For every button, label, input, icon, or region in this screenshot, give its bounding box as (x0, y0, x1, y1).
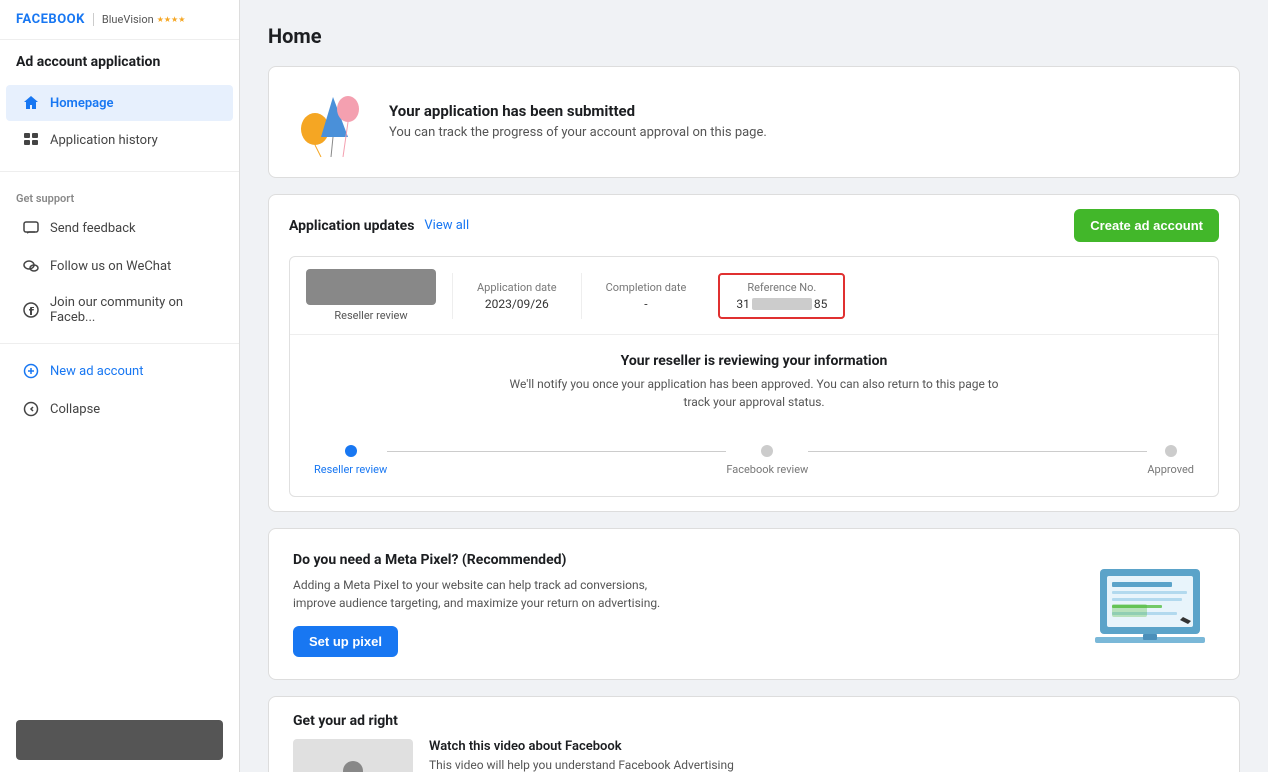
feedback-icon (22, 219, 40, 237)
reseller-status-col: Reseller review (306, 269, 452, 322)
setup-pixel-button[interactable]: Set up pixel (293, 626, 398, 657)
sidebar-logo: FACEBOOK BlueVision ★★★★ (0, 0, 239, 40)
application-date-value: 2023/09/26 (485, 297, 549, 311)
sidebar-title: Ad account application (0, 40, 239, 80)
welcome-text: Your application has been submitted You … (389, 102, 767, 142)
plus-circle-icon (22, 362, 40, 380)
step-facebook-review: Facebook review (726, 445, 808, 476)
step-label-facebook: Facebook review (726, 463, 808, 476)
sidebar-item-wechat[interactable]: Follow us on WeChat (6, 248, 233, 284)
support-section-label: Get support (0, 180, 239, 209)
application-date-label: Application date (477, 281, 557, 294)
video-info: Watch this video about Facebook This vid… (429, 739, 734, 772)
pixel-illustration (1085, 549, 1215, 659)
ad-right-card: Get your ad right Watch this video about… (268, 696, 1240, 772)
sidebar-item-wechat-label: Follow us on WeChat (50, 259, 171, 274)
sidebar-item-new-ad-account[interactable]: New ad account (6, 353, 233, 389)
reference-col: Reference No. 31 85 (718, 273, 845, 319)
application-date-col: Application date 2023/09/26 (452, 273, 581, 319)
grid-icon (22, 131, 40, 149)
pixel-text: Do you need a Meta Pixel? (Recommended) … (293, 552, 673, 657)
review-inner-card: Reseller review Application date 2023/09… (289, 256, 1219, 497)
video-thumbnail[interactable] (293, 739, 413, 772)
completion-date-col: Completion date - (581, 273, 711, 319)
reference-value: 31 85 (736, 297, 827, 311)
reseller-status-label: Reseller review (334, 309, 407, 322)
video-title: Watch this video about Facebook (429, 739, 734, 754)
ad-right-content: Watch this video about Facebook This vid… (293, 739, 1215, 772)
meta-pixel-card: Do you need a Meta Pixel? (Recommended) … (268, 528, 1240, 680)
application-updates-card: Application updates View all Create ad a… (268, 194, 1240, 512)
main-content: Home Your application ha (240, 0, 1268, 772)
updates-header: Application updates View all Create ad a… (269, 195, 1239, 242)
sidebar: FACEBOOK BlueVision ★★★★ Ad account appl… (0, 0, 240, 772)
completion-date-label: Completion date (606, 281, 687, 294)
sidebar-item-facebook-community-label: Join our community on Faceb... (50, 295, 217, 325)
facebook-logo: FACEBOOK (16, 12, 85, 27)
sidebar-item-collapse[interactable]: Collapse (6, 391, 233, 427)
video-description: This video will help you understand Face… (429, 758, 734, 772)
sidebar-item-facebook-community[interactable]: Join our community on Faceb... (6, 286, 233, 334)
sidebar-item-send-feedback[interactable]: Send feedback (6, 210, 233, 246)
pixel-description: Adding a Meta Pixel to your website can … (293, 576, 673, 612)
sidebar-bottom-box (16, 720, 223, 760)
updates-title: Application updates (289, 218, 414, 234)
welcome-description: You can track the progress of your accou… (389, 124, 767, 142)
step-dot-approved (1165, 445, 1177, 457)
step-label-approved: Approved (1147, 463, 1194, 476)
progress-steps: Reseller review Facebook review Approved (290, 429, 1218, 496)
step-reseller-review: Reseller review (314, 445, 387, 476)
sidebar-item-application-history[interactable]: Application history (6, 122, 233, 158)
partner-logo: BlueVision ★★★★ (93, 13, 186, 26)
home-icon (22, 94, 40, 112)
reference-blurred (752, 298, 812, 310)
reseller-status-box (306, 269, 436, 305)
sidebar-item-homepage[interactable]: Homepage (6, 85, 233, 121)
step-label-reseller: Reseller review (314, 463, 387, 476)
review-card-header: Reseller review Application date 2023/09… (290, 257, 1218, 335)
welcome-heading: Your application has been submitted (389, 102, 767, 120)
balloons-illustration (293, 87, 373, 157)
collapse-icon (22, 400, 40, 418)
step-line-2 (808, 451, 1147, 452)
step-approved: Approved (1147, 445, 1194, 476)
pixel-heading: Do you need a Meta Pixel? (Recommended) (293, 552, 673, 568)
step-dot-reseller (345, 445, 357, 457)
review-body: Your reseller is reviewing your informat… (290, 335, 1218, 429)
ad-right-heading: Get your ad right (293, 713, 1215, 729)
view-all-link[interactable]: View all (424, 218, 469, 233)
sidebar-item-application-history-label: Application history (50, 133, 158, 148)
sidebar-item-homepage-label: Homepage (50, 96, 114, 111)
review-description: We'll notify you once your application h… (504, 375, 1004, 411)
sidebar-bottom (0, 708, 239, 772)
sidebar-item-collapse-label: Collapse (50, 402, 100, 417)
reference-label: Reference No. (747, 281, 816, 294)
completion-date-value: - (644, 297, 647, 311)
facebook-community-icon (22, 301, 40, 319)
review-heading: Your reseller is reviewing your informat… (306, 353, 1202, 369)
sidebar-item-new-ad-account-label: New ad account (50, 364, 143, 379)
create-ad-account-button[interactable]: Create ad account (1074, 209, 1219, 242)
step-line-1 (387, 451, 726, 452)
step-dot-facebook (761, 445, 773, 457)
sidebar-nav: Homepage Application history (0, 80, 239, 163)
sidebar-item-send-feedback-label: Send feedback (50, 221, 136, 236)
page-title: Home (268, 24, 1240, 48)
wechat-icon (22, 257, 40, 275)
welcome-card: Your application has been submitted You … (268, 66, 1240, 178)
